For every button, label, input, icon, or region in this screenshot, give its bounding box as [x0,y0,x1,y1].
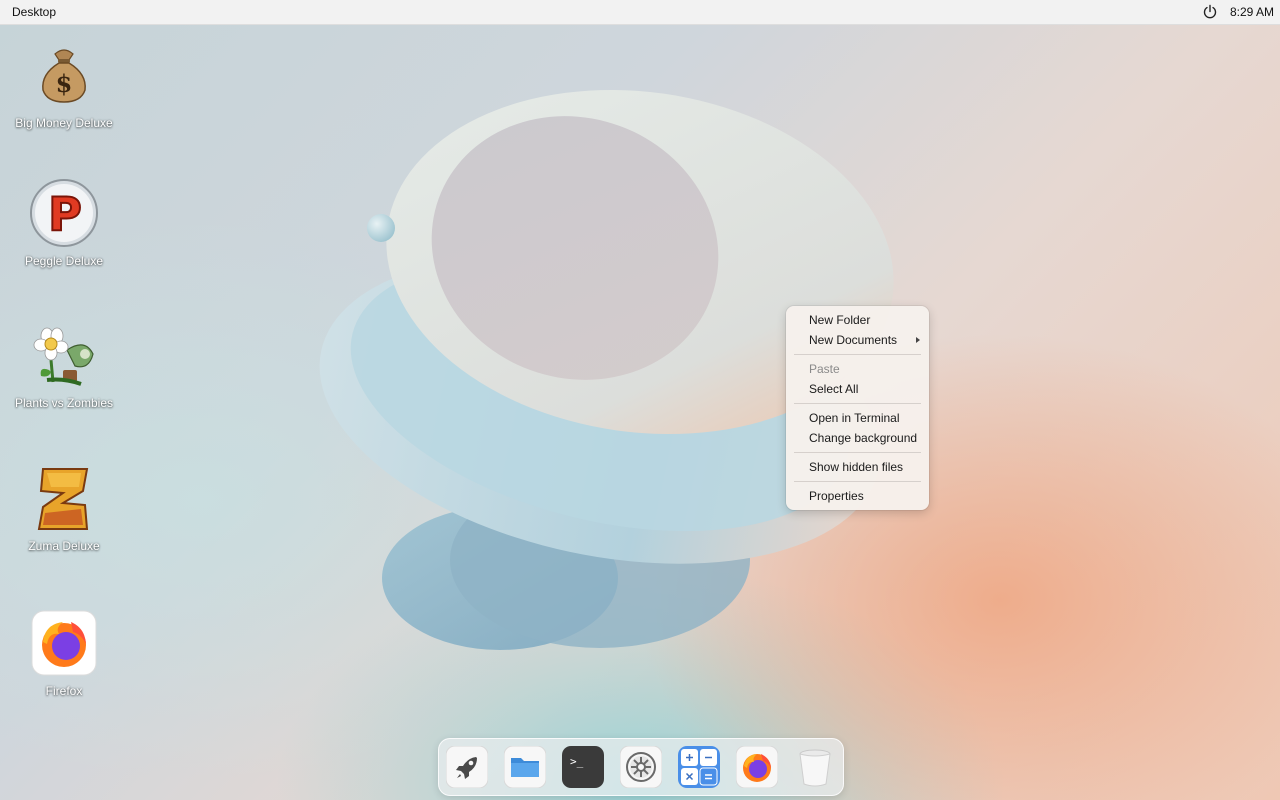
desktop-icon-label: Zuma Deluxe [28,539,100,553]
money-bag-icon: $ [42,49,86,103]
desktop-icon-label: Plants vs Zombies [14,396,114,410]
clock[interactable]: 8:29 AM [1230,5,1274,19]
trash-icon[interactable] [794,746,836,788]
menu-item-open-in-terminal[interactable]: Open in Terminal [786,408,929,428]
desktop-icon-label: Big Money Deluxe [15,116,113,130]
desktop-icon-plants-vs-zombies[interactable]: Plants vs Zombies [4,320,124,410]
rocket-icon[interactable] [446,746,488,788]
submenu-arrow-icon [916,337,920,343]
wallpaper [319,89,894,650]
power-icon[interactable] [1202,4,1218,20]
svg-text:P: P [48,187,82,241]
menu-item-change-background[interactable]: Change background [786,428,929,448]
menu-item-new-folder[interactable]: New Folder [786,310,929,330]
desktop-icon-firefox[interactable]: Firefox [4,608,124,698]
desktop-icon-peggle-deluxe[interactable]: P Peggle Deluxe [4,178,124,268]
terminal-glyph: >_ [570,755,584,768]
zuma-icon [37,468,89,530]
menu-separator [794,481,921,482]
terminal-icon[interactable]: >_ [562,746,604,788]
active-app-title: Desktop [12,5,57,19]
dock: >_ [438,738,844,796]
menu-item-label: New Documents [809,333,898,347]
top-bar: Desktop 8:29 AM [0,0,1280,25]
menu-separator [794,452,921,453]
menu-item-properties[interactable]: Properties [786,486,929,506]
peggle-icon: P [30,179,98,247]
folder-icon[interactable] [504,746,546,788]
calculator-icon[interactable] [678,746,720,788]
desktop-icon-label: Firefox [45,684,83,698]
menu-item-new-documents[interactable]: New Documents [786,330,929,350]
firefox-icon[interactable] [736,746,778,788]
desktop-icon-zuma-deluxe[interactable]: Zuma Deluxe [4,463,124,553]
menu-item-select-all[interactable]: Select All [786,379,929,399]
menu-item-paste: Paste [809,362,840,376]
desktop-icon-big-money-deluxe[interactable]: $ Big Money Deluxe [4,40,124,130]
desktop-icon-label: Peggle Deluxe [24,254,104,268]
menu-item-show-hidden-files[interactable]: Show hidden files [786,457,929,477]
menu-separator [794,403,921,404]
menu-separator [794,354,921,355]
plants-vs-zombies-icon [33,327,94,386]
firefox-icon [31,610,97,676]
desktop-context-menu: New Folder New Documents Paste Select Al… [786,306,929,510]
gear-icon[interactable] [620,746,662,788]
svg-text:$: $ [56,69,73,98]
